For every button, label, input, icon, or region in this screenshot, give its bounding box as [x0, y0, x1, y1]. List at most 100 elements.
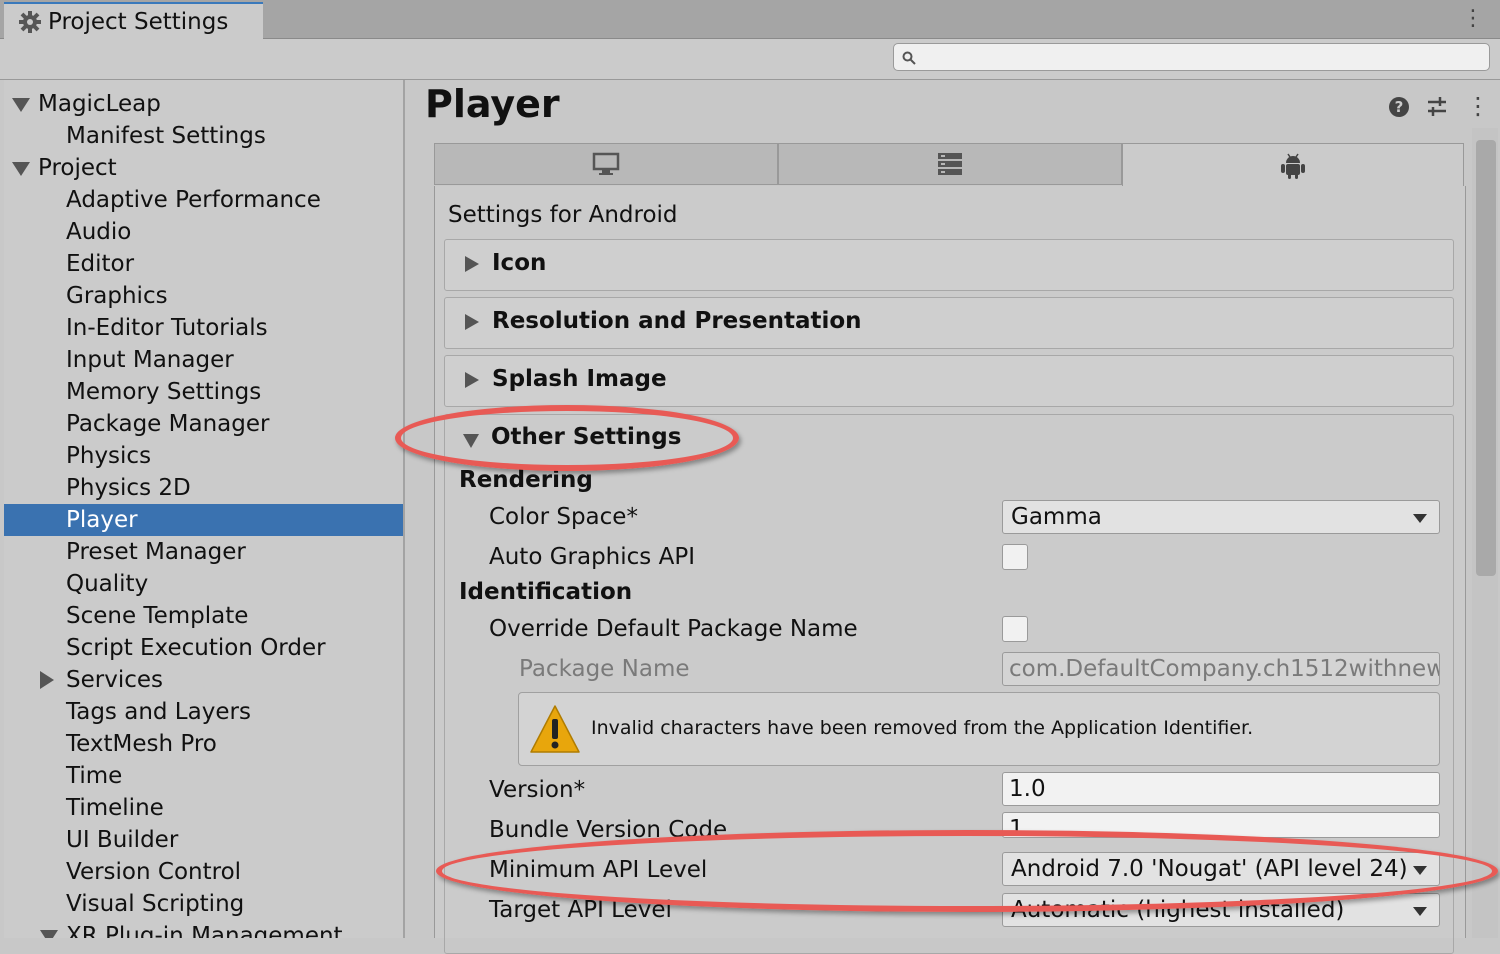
tree-item-label: TextMesh Pro [66, 731, 217, 757]
auto-graphics-api-checkbox[interactable] [1002, 544, 1028, 570]
tree-item-label: Adaptive Performance [66, 187, 321, 213]
tree-item-magicleap[interactable]: MagicLeap [4, 88, 403, 120]
chevron-down-icon [1413, 907, 1427, 916]
color-space-value: Gamma [1011, 504, 1102, 530]
tree-item-label: Tags and Layers [66, 699, 251, 725]
tree-item-physics-2d[interactable]: Physics 2D [4, 472, 403, 504]
tree-item-label: Memory Settings [66, 379, 262, 405]
tree-item-label: Manifest Settings [66, 123, 266, 149]
tree-item-physics[interactable]: Physics [4, 440, 403, 472]
tree-item-services[interactable]: Services [4, 664, 403, 696]
tree-item-label: Script Execution Order [66, 635, 326, 661]
page-title: Player [425, 82, 560, 126]
tree-item-time[interactable]: Time [4, 760, 403, 792]
foldout-label: Splash Image [492, 366, 667, 392]
tree-item-timeline[interactable]: Timeline [4, 792, 403, 824]
tree-item-script-execution-order[interactable]: Script Execution Order [4, 632, 403, 664]
tree-item-input-manager[interactable]: Input Manager [4, 344, 403, 376]
preset-sliders-icon[interactable] [1426, 96, 1448, 118]
collapse-arrow-icon[interactable] [40, 671, 54, 689]
tree-item-visual-scripting[interactable]: Visual Scripting [4, 888, 403, 920]
tree-item-label: UI Builder [66, 827, 179, 853]
package-name-field: com.DefaultCompany.ch1512withnew [1002, 652, 1440, 686]
tree-item-label: Version Control [66, 859, 242, 885]
version-field[interactable]: 1.0 [1002, 772, 1440, 806]
expand-arrow-icon [465, 256, 479, 272]
identification-header: Identification [459, 579, 633, 605]
tab-android[interactable] [1122, 143, 1464, 187]
settings-for-label: Settings for Android [448, 202, 678, 228]
tree-item-ui-builder[interactable]: UI Builder [4, 824, 403, 856]
expand-arrow-icon[interactable] [40, 930, 58, 938]
tree-item-label: Physics 2D [66, 475, 191, 501]
foldout-label: Resolution and Presentation [492, 308, 862, 334]
scrollbar-thumb[interactable] [1476, 140, 1496, 576]
tree-item-label: Time [66, 763, 123, 789]
chevron-down-icon [1413, 514, 1427, 523]
settings-category-tree: MagicLeap Manifest Settings Project Adaptiv… [4, 80, 405, 938]
svg-text:?: ? [1395, 98, 1404, 116]
tab-title: Project Settings [48, 8, 229, 35]
warning-text: Invalid characters have been removed fro… [591, 717, 1254, 739]
android-icon [1281, 153, 1305, 179]
tree-item-label: Visual Scripting [66, 891, 245, 917]
kebab-menu-icon[interactable]: ⋮ [1466, 92, 1490, 120]
tree-item-tags-and-layers[interactable]: Tags and Layers [4, 696, 403, 728]
tree-item-label: Scene Template [66, 603, 249, 629]
tree-item-label: Graphics [66, 283, 168, 309]
expand-arrow-icon [465, 314, 479, 330]
foldout-label: Icon [492, 250, 547, 276]
tab-server[interactable] [778, 143, 1122, 185]
tree-item-version-control[interactable]: Version Control [4, 856, 403, 888]
tree-item-label: Physics [66, 443, 152, 469]
tree-item-scene-template[interactable]: Scene Template [4, 600, 403, 632]
search-icon [902, 51, 916, 65]
tree-item-project[interactable]: Project [4, 152, 403, 184]
tree-item-manifest-settings[interactable]: Manifest Settings [4, 120, 403, 152]
tree-item-label: Quality [66, 571, 149, 597]
tree-item-player[interactable]: Player [4, 504, 403, 536]
window-menu-icon[interactable]: ⋮ [1462, 6, 1484, 32]
server-icon [938, 153, 962, 175]
gear-icon [19, 10, 41, 33]
tree-item-label: Project [38, 155, 117, 181]
expand-arrow-icon[interactable] [12, 162, 30, 176]
monitor-icon [592, 152, 620, 175]
warning-message-box: Invalid characters have been removed fro… [518, 692, 1440, 766]
highlight-oval-minimum-api-level [436, 830, 1498, 912]
project-settings-tab[interactable]: Project Settings [4, 2, 263, 39]
package-name-label: Package Name [519, 656, 690, 682]
warning-icon [530, 705, 580, 753]
tree-item-adaptive-performance[interactable]: Adaptive Performance [4, 184, 403, 216]
tree-item-label: Timeline [66, 795, 164, 821]
tree-item-graphics[interactable]: Graphics [4, 280, 403, 312]
color-space-dropdown[interactable]: Gamma [1002, 500, 1440, 534]
override-package-name-checkbox[interactable] [1002, 616, 1028, 642]
tab-standalone[interactable] [434, 143, 778, 185]
tree-item-label: Preset Manager [66, 539, 246, 565]
auto-graphics-api-label: Auto Graphics API [489, 544, 695, 570]
platform-tabs [434, 143, 1464, 187]
foldout-resolution[interactable]: Resolution and Presentation [444, 297, 1454, 349]
foldout-icon[interactable]: Icon [444, 239, 1454, 291]
expand-arrow-icon[interactable] [12, 98, 30, 112]
expand-arrow-icon [465, 372, 479, 388]
tree-item-label: Package Manager [66, 411, 270, 437]
search-input[interactable] [893, 43, 1490, 71]
tree-item-editor[interactable]: Editor [4, 248, 403, 280]
tree-item-package-manager[interactable]: Package Manager [4, 408, 403, 440]
foldout-splash-image[interactable]: Splash Image [444, 355, 1454, 407]
tree-item-memory-settings[interactable]: Memory Settings [4, 376, 403, 408]
highlight-oval-other-settings [395, 405, 739, 471]
tree-item-in-editor-tutorials[interactable]: In-Editor Tutorials [4, 312, 403, 344]
tree-item-label: Audio [66, 219, 132, 245]
help-icon[interactable]: ? [1388, 96, 1410, 118]
tree-item-textmesh-pro[interactable]: TextMesh Pro [4, 728, 403, 760]
tree-item-label: Services [66, 667, 163, 693]
override-package-name-label: Override Default Package Name [489, 616, 858, 642]
tree-item-audio[interactable]: Audio [4, 216, 403, 248]
tree-item-label: MagicLeap [38, 91, 161, 117]
tree-item-quality[interactable]: Quality [4, 568, 403, 600]
tree-item-preset-manager[interactable]: Preset Manager [4, 536, 403, 568]
tree-item-xr-plug-in-management[interactable]: XR Plug-in Management [4, 920, 403, 938]
